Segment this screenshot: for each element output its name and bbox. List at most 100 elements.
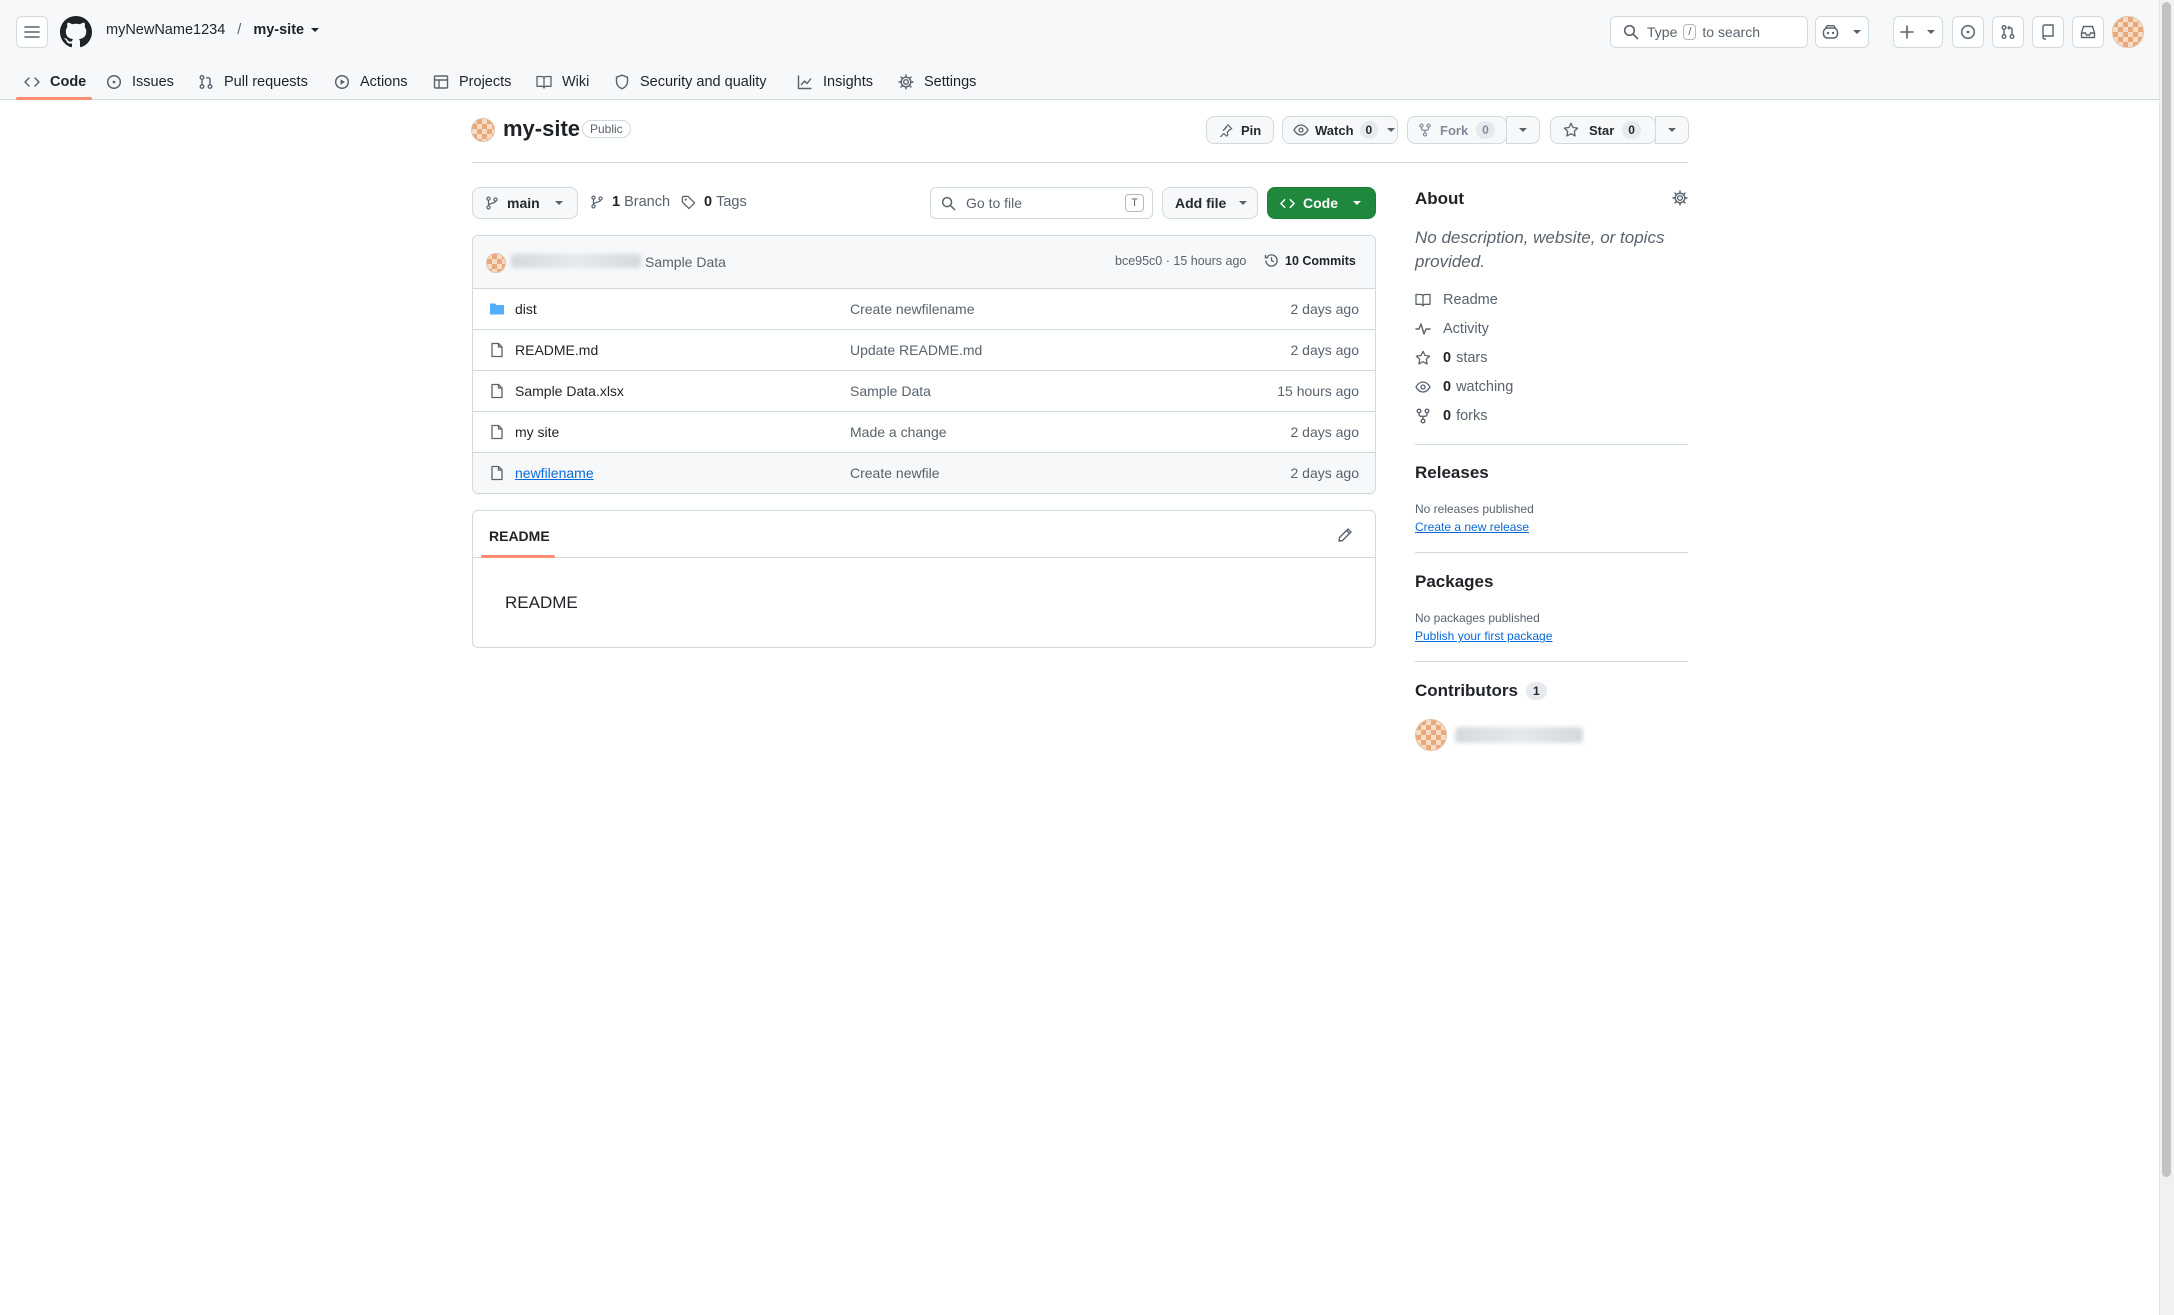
commits-link[interactable]: 10 Commits: [1264, 253, 1356, 268]
caret-down-icon[interactable]: [310, 25, 320, 35]
readme-link[interactable]: Readme: [1415, 292, 1498, 308]
file-name[interactable]: README.md: [515, 342, 598, 358]
create-new-button[interactable]: [1893, 16, 1943, 48]
app-header: [0, 0, 2174, 100]
notifications-button[interactable]: [2072, 16, 2104, 48]
branches-link[interactable]: 1 Branch: [590, 194, 670, 210]
stars-link[interactable]: 0 stars: [1415, 350, 1488, 366]
activity-link[interactable]: Activity: [1415, 321, 1489, 337]
table-icon: [433, 74, 449, 90]
create-release-link[interactable]: Create a new release: [1415, 520, 1529, 534]
file-name[interactable]: newfilename: [515, 465, 594, 481]
tab-issues[interactable]: Issues: [106, 64, 174, 100]
contributors-heading[interactable]: Contributors: [1415, 681, 1518, 701]
copilot-button[interactable]: [1815, 16, 1869, 48]
contributor-name[interactable]: [1455, 727, 1583, 743]
tab-wiki[interactable]: Wiki: [536, 64, 589, 100]
caret-down-icon[interactable]: [1386, 125, 1396, 135]
tab-settings[interactable]: Settings: [898, 64, 976, 100]
pull-request-icon: [198, 74, 214, 90]
menu-button[interactable]: [16, 16, 48, 48]
table-row[interactable]: newfilename Create newfile 2 days ago: [473, 452, 1375, 493]
tab-insights[interactable]: Insights: [797, 64, 873, 100]
repo-title[interactable]: my-site: [503, 116, 580, 142]
branch-icon: [590, 195, 604, 209]
readme-tab[interactable]: README: [489, 528, 550, 544]
owner-avatar[interactable]: [471, 118, 495, 142]
packages-heading[interactable]: Packages: [1415, 572, 1493, 592]
pencil-icon[interactable]: [1337, 527, 1353, 543]
scrollbar-thumb[interactable]: [2162, 2, 2171, 1177]
commit-author-name[interactable]: [511, 254, 641, 268]
table-row[interactable]: dist Create newfilename 2 days ago: [473, 288, 1375, 329]
fork-icon: [1415, 408, 1431, 424]
file-name[interactable]: Sample Data.xlsx: [515, 383, 624, 399]
search-input[interactable]: Type / to search: [1610, 16, 1808, 48]
github-logo-icon[interactable]: [60, 16, 92, 48]
visibility-badge: Public: [582, 120, 631, 138]
forks-link[interactable]: 0 forks: [1415, 408, 1488, 424]
watch-button[interactable]: Watch 0: [1282, 116, 1398, 144]
tags-link[interactable]: 0 Tags: [681, 194, 747, 210]
publish-package-link[interactable]: Publish your first package: [1415, 629, 1552, 643]
tab-label: Issues: [132, 74, 174, 90]
gear-icon[interactable]: [1672, 190, 1688, 206]
table-row[interactable]: Sample Data.xlsx Sample Data 15 hours ag…: [473, 370, 1375, 411]
file-commit-message[interactable]: Sample Data: [850, 383, 931, 399]
file-name[interactable]: dist: [515, 301, 537, 317]
readme-header: README: [473, 511, 1375, 558]
file-date: 2 days ago: [1290, 342, 1360, 358]
folder-icon: [489, 301, 505, 317]
pulse-icon: [1415, 321, 1431, 337]
file-icon: [489, 424, 505, 440]
tab-label: Pull requests: [224, 74, 308, 90]
star-dropdown-button[interactable]: [1655, 116, 1689, 144]
tab-code[interactable]: Code: [24, 64, 86, 100]
tag-count: 0: [704, 194, 713, 210]
branch-label: Branch: [624, 194, 671, 210]
add-file-button[interactable]: Add file: [1162, 187, 1258, 219]
file-commit-message[interactable]: Update README.md: [850, 342, 982, 358]
table-row[interactable]: README.md Update README.md 2 days ago: [473, 329, 1375, 370]
tab-projects[interactable]: Projects: [433, 64, 511, 100]
forks-label: forks: [1456, 408, 1488, 424]
pin-button[interactable]: Pin: [1206, 116, 1274, 144]
search-icon: [1623, 24, 1639, 40]
commit-hash[interactable]: bce95c0: [1115, 254, 1162, 268]
title-divider: [472, 162, 1688, 163]
sidebar-divider: [1415, 661, 1688, 662]
tag-icon: [681, 195, 696, 210]
user-avatar[interactable]: [2112, 16, 2144, 48]
breadcrumb-repo[interactable]: my-site: [253, 22, 304, 38]
book-icon: [1415, 292, 1431, 308]
file-commit-message[interactable]: Create newfile: [850, 465, 940, 481]
fork-dropdown-button[interactable]: [1506, 116, 1540, 144]
code-label: Code: [1303, 195, 1338, 211]
releases-heading[interactable]: Releases: [1415, 463, 1489, 483]
commit-message[interactable]: Sample Data: [645, 254, 726, 270]
hamburger-icon: [24, 24, 40, 40]
contributor-avatar[interactable]: [1415, 719, 1447, 751]
tab-pull-requests[interactable]: Pull requests: [198, 64, 308, 100]
about-description: No description, website, or topics provi…: [1415, 228, 1665, 271]
star-button[interactable]: Star 0: [1550, 116, 1656, 144]
table-row[interactable]: my site Made a change 2 days ago: [473, 411, 1375, 452]
code-button[interactable]: Code: [1267, 187, 1376, 219]
repositories-header-button[interactable]: [2032, 16, 2064, 48]
tab-security[interactable]: Security and quality: [614, 64, 767, 100]
issues-header-button[interactable]: [1952, 16, 1984, 48]
file-commit-message[interactable]: Made a change: [850, 424, 947, 440]
breadcrumb-owner[interactable]: myNewName1234: [106, 22, 225, 38]
file-commit-message[interactable]: Create newfilename: [850, 301, 975, 317]
watching-link[interactable]: 0 watching: [1415, 379, 1513, 395]
search-icon: [941, 196, 956, 211]
commit-time: 15 hours ago: [1173, 254, 1247, 268]
branch-selector[interactable]: main: [472, 187, 578, 219]
file-date: 2 days ago: [1290, 424, 1360, 440]
file-name[interactable]: my site: [515, 424, 559, 440]
pull-requests-header-button[interactable]: [1992, 16, 2024, 48]
tab-actions[interactable]: Actions: [334, 64, 408, 100]
commit-author-avatar[interactable]: [486, 253, 506, 273]
fork-button[interactable]: Fork 0: [1407, 116, 1507, 144]
goto-file-input[interactable]: Go to file T: [930, 187, 1153, 219]
